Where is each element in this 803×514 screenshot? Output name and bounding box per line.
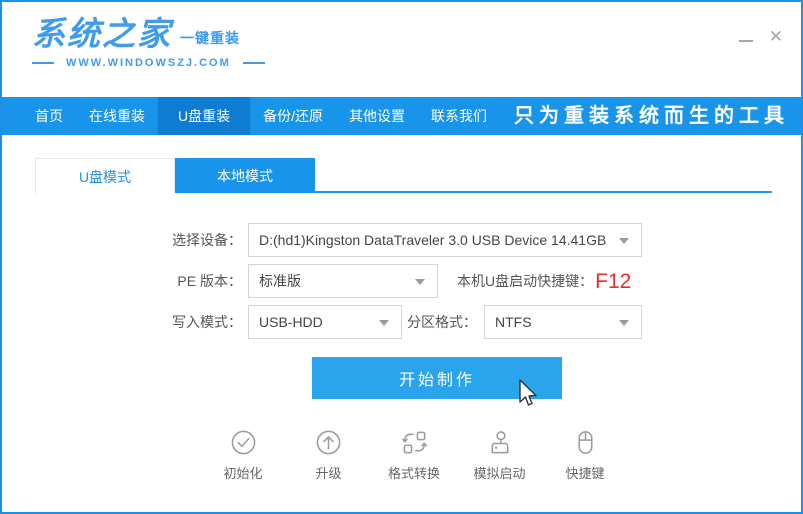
logo-dash-right	[243, 62, 265, 64]
arrow-up-circle-icon	[315, 429, 342, 456]
tool-initialize[interactable]: 初始化	[207, 429, 279, 482]
tool-label: 初始化	[223, 463, 262, 482]
select-device[interactable]: D:(hd1)Kingston DataTraveler 3.0 USB Dev…	[248, 223, 642, 257]
nav-item-usb-reinstall[interactable]: U盘重装	[158, 97, 250, 135]
nav-item-home[interactable]: 首页	[22, 97, 76, 135]
select-device-value: D:(hd1)Kingston DataTraveler 3.0 USB Dev…	[259, 232, 606, 248]
tool-hotkey[interactable]: 快捷键	[549, 429, 621, 482]
logo-subtitle: 一键重装	[180, 28, 240, 48]
logo-url: WWW.WINDOWSZJ.COM	[66, 57, 231, 69]
navbar: 首页 在线重装 U盘重装 备份/还原 其他设置 联系我们 只为重装系统而生的工具	[2, 97, 801, 135]
select-pe-version-value: 标准版	[259, 273, 301, 289]
chevron-down-icon	[619, 238, 629, 244]
start-make-button[interactable]: 开始制作	[312, 357, 562, 399]
mouse-icon	[572, 429, 599, 456]
tool-simulate-boot[interactable]: 模拟启动	[464, 429, 536, 482]
select-write-mode[interactable]: USB-HDD	[248, 305, 402, 339]
tool-label: 模拟启动	[473, 463, 525, 482]
tool-label: 快捷键	[565, 463, 604, 482]
boot-hotkey-label: 本机U盘启动快捷键：	[457, 273, 593, 289]
boot-hotkey-value: F12	[595, 270, 631, 293]
app-logo: 系统之家 一键重装 WWW.WINDOWSZJ.COM	[32, 17, 265, 69]
tool-label: 升级	[315, 463, 341, 482]
minimize-icon[interactable]	[739, 40, 753, 42]
chevron-down-icon	[415, 279, 425, 285]
logo-dash-left	[32, 62, 54, 64]
select-write-mode-value: USB-HDD	[259, 314, 323, 330]
chevron-down-icon	[379, 320, 389, 326]
tool-label: 格式转换	[388, 463, 440, 482]
nav-item-contact-us[interactable]: 联系我们	[418, 97, 500, 135]
footer-tools: 初始化 升级 格式转换	[207, 429, 621, 482]
app-window: 系统之家 一键重装 WWW.WINDOWSZJ.COM ✕ 首页 在线重装 U盘…	[0, 0, 803, 514]
nav-item-other-settings[interactable]: 其他设置	[336, 97, 418, 135]
window-controls: ✕	[739, 28, 783, 45]
partition-format-label: 分区格式：	[407, 305, 477, 339]
tab-usb-mode[interactable]: U盘模式	[35, 158, 175, 195]
write-mode-label: 写入模式：	[152, 305, 242, 339]
header: 系统之家 一键重装 WWW.WINDOWSZJ.COM ✕	[2, 2, 801, 97]
close-icon[interactable]: ✕	[769, 28, 783, 45]
nav-item-backup-restore[interactable]: 备份/还原	[250, 97, 336, 135]
nav-tagline: 只为重装系统而生的工具	[514, 97, 789, 135]
tool-format-convert[interactable]: 格式转换	[378, 429, 450, 482]
nav-item-online-reinstall[interactable]: 在线重装	[76, 97, 158, 135]
tab-local-mode[interactable]: 本地模式	[175, 158, 315, 193]
convert-icon	[401, 429, 428, 456]
pe-version-label: PE 版本：	[152, 264, 242, 298]
tool-upgrade[interactable]: 升级	[293, 429, 365, 482]
device-label: 选择设备：	[152, 223, 242, 257]
chevron-down-icon	[619, 320, 629, 326]
select-partition-format-value: NTFS	[495, 314, 532, 330]
select-partition-format[interactable]: NTFS	[484, 305, 642, 339]
boot-hotkey-text: 本机U盘启动快捷键：F12	[457, 264, 631, 298]
check-circle-icon	[230, 429, 257, 456]
joystick-icon	[486, 429, 513, 456]
select-pe-version[interactable]: 标准版	[248, 264, 438, 298]
logo-title: 系统之家	[32, 17, 172, 50]
